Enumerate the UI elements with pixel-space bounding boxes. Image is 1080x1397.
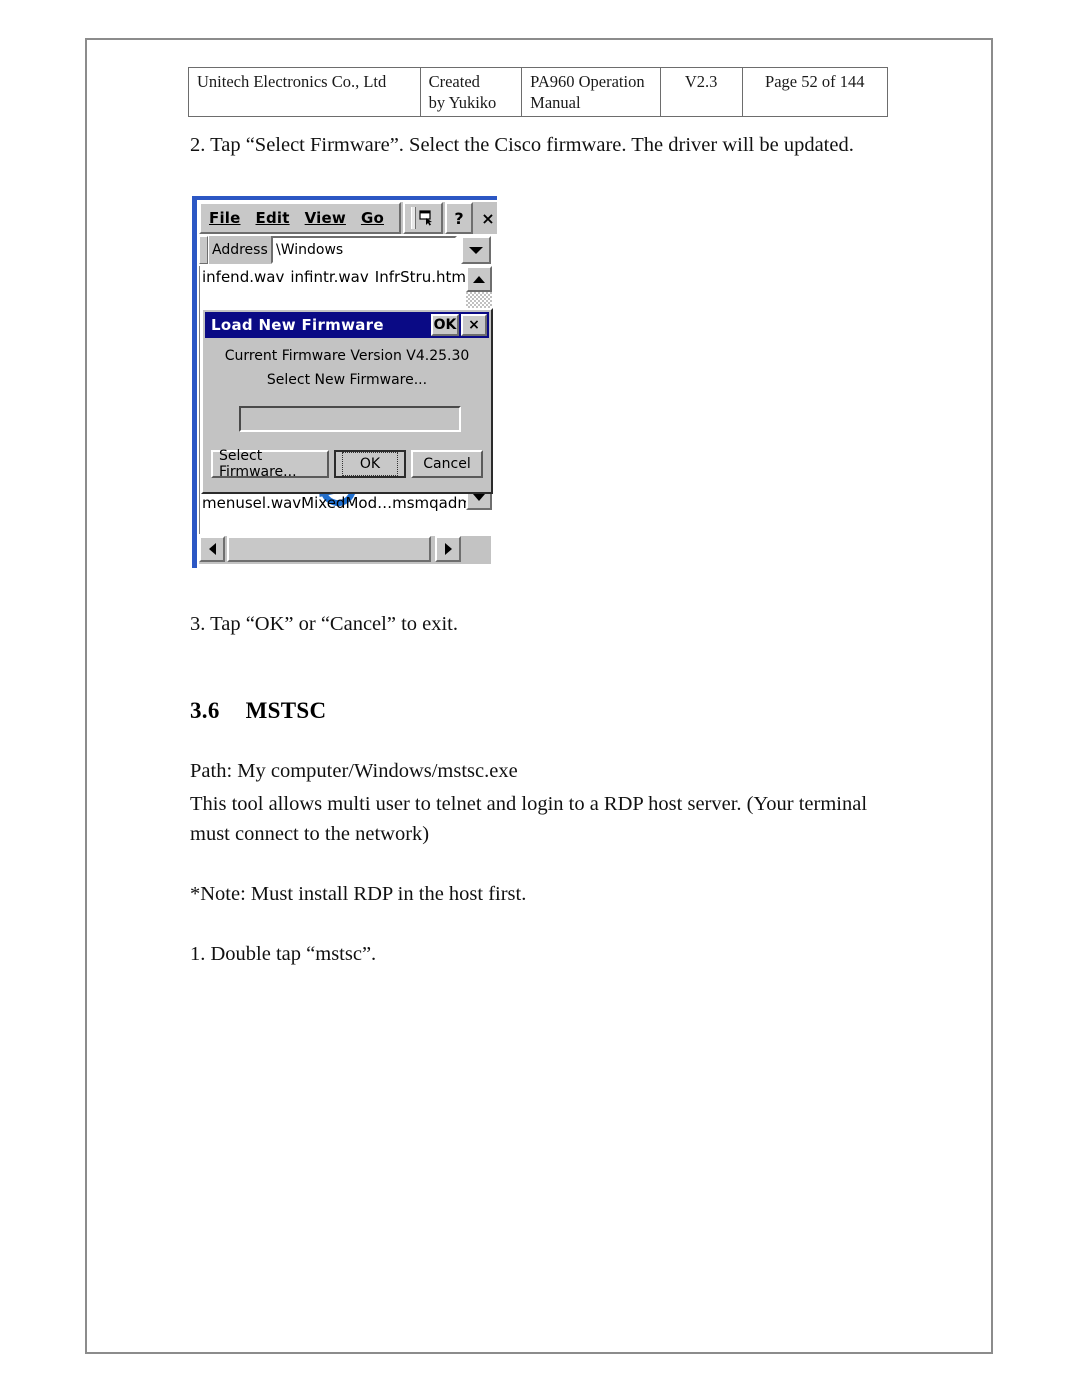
explorer-menubar: File Edit View Go ? × [199,202,497,234]
dialog-titlebar-ok-button[interactable]: OK [431,314,459,336]
menu-item-edit[interactable]: Edit [256,209,290,227]
path-text: Path: My computer/Windows/mstsc.exe [190,760,518,782]
header-created-by: Created by Yukiko [419,66,523,118]
menu-group: File Edit View Go [199,202,401,234]
description-line-2: must connect to the network) [190,823,430,845]
dialog-cancel-button[interactable]: Cancel [411,450,483,478]
header-page-number: Page 52 of 144 [741,66,889,118]
scroll-left-button[interactable] [199,536,225,562]
menu-item-go[interactable]: Go [361,209,384,227]
dialog-titlebar: Load New Firmware OK × [205,312,489,338]
close-icon[interactable]: × [475,202,497,234]
list-item[interactable]: InfrStru.htm [375,268,466,286]
dialog-ok-button[interactable]: OK [334,450,406,478]
list-item[interactable]: infend.wav [202,268,284,286]
file-row-top: infend.wav infintr.wav InfrStru.htm [200,268,468,286]
drag-grip-icon[interactable] [411,207,416,229]
triangle-up-icon [473,275,485,283]
header-manual-title: PA960 Operation Manual [521,66,661,118]
address-bar: Address \Windows [199,236,491,264]
menu-edit-label: Edit [255,209,290,227]
section-title: MSTSC [245,698,327,723]
scroll-up-button[interactable] [466,266,492,292]
explorer-window: File Edit View Go ? × Address \Windows i… [197,200,497,568]
section-number: 3.6 [190,698,220,723]
description-line-1: This tool allows multi user to telnet an… [190,793,868,815]
address-input[interactable]: \Windows [271,236,457,264]
triangle-right-icon [444,543,452,555]
toolbar-view-button[interactable] [403,202,443,234]
address-label: Address [209,236,271,264]
window-properties-icon [419,210,432,226]
dialog-title: Load New Firmware [211,316,384,334]
header-company: Unitech Electronics Co., Ltd [188,66,421,118]
header-version: V2.3 [659,66,743,118]
file-row-bottom: menusel.wav MixedMod… msmqadm…. [200,494,492,512]
page-title: 3.6 MSTSC [190,698,326,724]
firmware-path-input[interactable] [239,406,461,432]
instruction-step-3: 3. Tap “OK” or “Cancel” to exit. [190,613,459,635]
list-item[interactable]: menusel.wav [202,494,301,512]
load-new-firmware-dialog: Load New Firmware OK × Current Firmware … [201,308,493,494]
current-firmware-version-text: Current Firmware Version V4.25.30 [224,348,470,364]
scroll-right-button[interactable] [435,536,461,562]
menu-view-label: View [304,209,346,227]
note-text: *Note: Must install RDP in the host firs… [190,883,527,905]
menu-item-view[interactable]: View [305,209,346,227]
triangle-left-icon [208,543,216,555]
horizontal-scroll-thumb[interactable] [227,536,431,562]
instruction-step-1-mstsc: 1. Double tap “mstsc”. [190,943,377,965]
select-new-firmware-text: Select New Firmware... [266,372,428,388]
menu-item-file[interactable]: File [209,209,241,227]
menu-file-label: File [209,209,241,227]
help-button[interactable]: ? [445,202,473,234]
triangle-down-icon [473,493,485,501]
address-drag-grip-icon[interactable] [199,236,208,264]
table-row: Unitech Electronics Co., Ltd Created by Y… [188,66,889,118]
instruction-step-2: 2. Tap “Select Firmware”. Select the Cis… [190,134,854,156]
dialog-button-row: Select Firmware... OK Cancel [211,448,483,480]
list-item[interactable]: infintr.wav [290,268,368,286]
dialog-close-icon[interactable]: × [461,314,487,336]
dialog-ok-button-label: OK [342,452,398,476]
horizontal-scrollbar[interactable] [199,536,491,564]
list-item[interactable]: MixedMod… [301,494,392,512]
windows-ce-screenshot: File Edit View Go ? × Address \Windows i… [192,196,497,568]
address-dropdown-button[interactable] [461,236,491,264]
chevron-down-icon [469,246,483,254]
menu-go-label: Go [360,209,384,227]
document-header-table: Unitech Electronics Co., Ltd Created by Y… [188,66,889,118]
select-firmware-button[interactable]: Select Firmware... [211,448,329,480]
